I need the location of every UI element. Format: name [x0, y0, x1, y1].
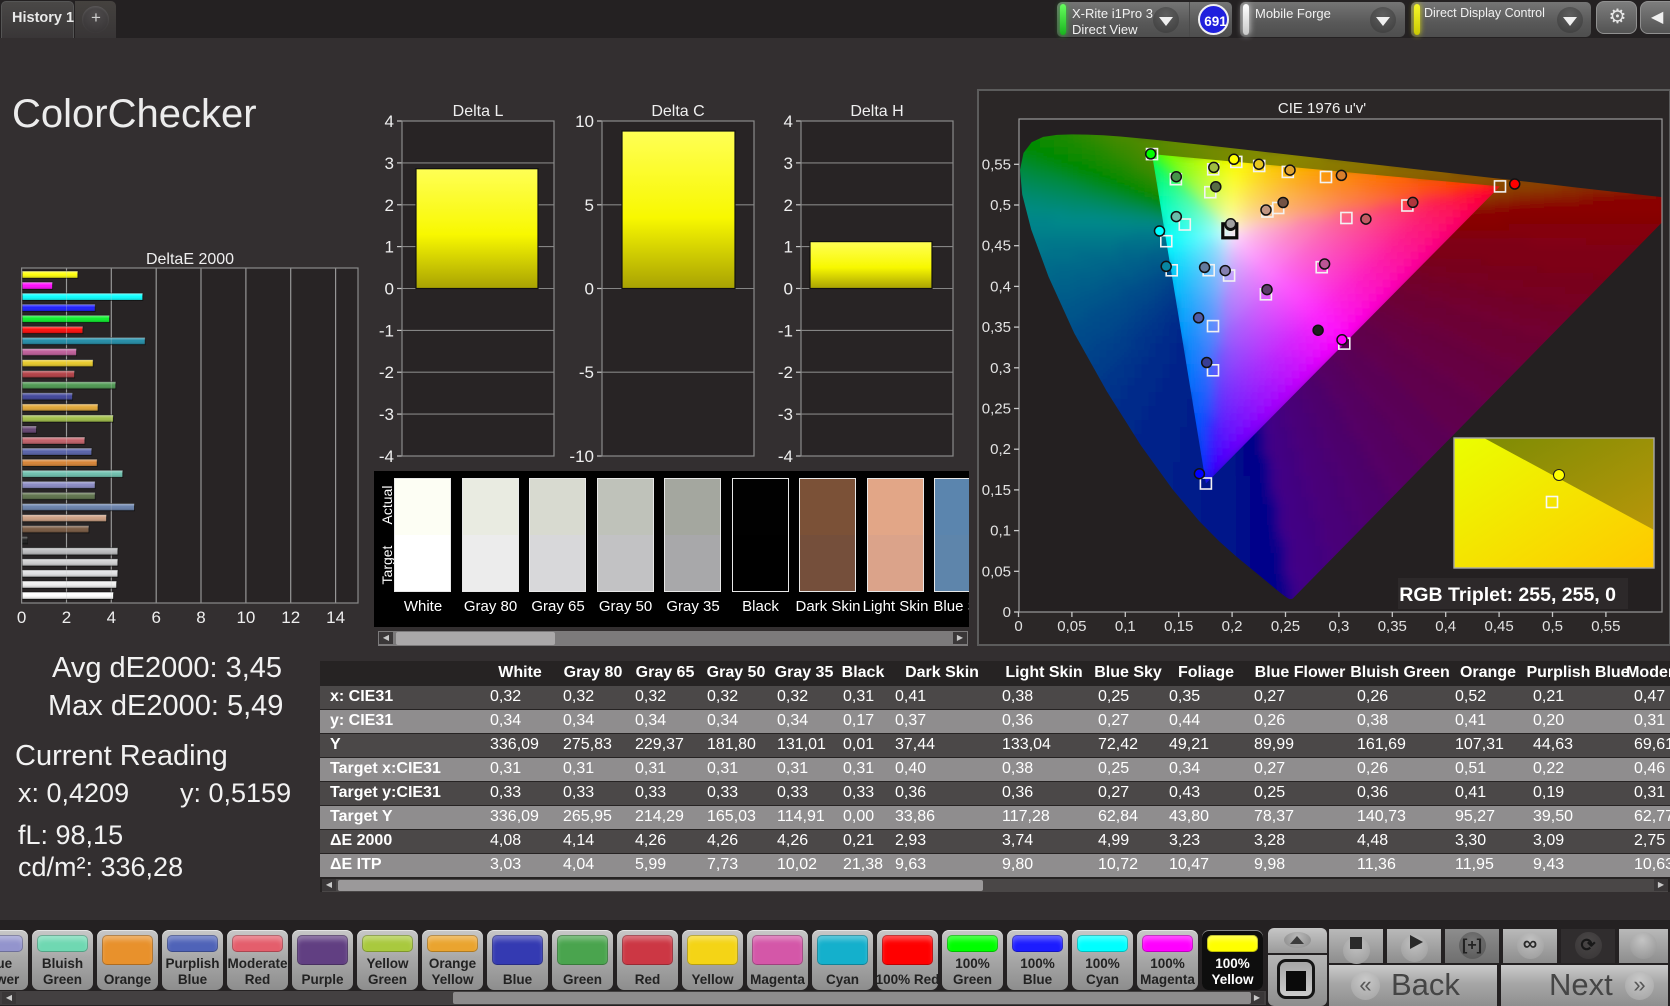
svg-text:0,4: 0,4 — [1435, 618, 1456, 635]
svg-text:RGB Triplet: 255, 255, 0: RGB Triplet: 255, 255, 0 — [1399, 584, 1616, 606]
svg-text:CIE 1976 u'v': CIE 1976 u'v' — [1278, 100, 1366, 117]
svg-text:0,25: 0,25 — [1271, 618, 1300, 635]
svg-text:0,35: 0,35 — [982, 319, 1011, 336]
svg-text:0,1: 0,1 — [990, 523, 1011, 540]
svg-text:0,25: 0,25 — [982, 401, 1011, 418]
svg-text:0,5: 0,5 — [1542, 618, 1563, 635]
svg-text:0,2: 0,2 — [1222, 618, 1243, 635]
svg-text:0,15: 0,15 — [982, 482, 1011, 499]
svg-text:0,3: 0,3 — [990, 360, 1011, 377]
svg-text:0,45: 0,45 — [982, 238, 1011, 255]
svg-text:0,15: 0,15 — [1164, 618, 1193, 635]
svg-text:0,55: 0,55 — [982, 156, 1011, 173]
svg-text:0,2: 0,2 — [990, 441, 1011, 458]
svg-text:0,05: 0,05 — [982, 563, 1011, 580]
svg-text:0,05: 0,05 — [1057, 618, 1086, 635]
svg-text:0,5: 0,5 — [990, 197, 1011, 214]
svg-text:0,35: 0,35 — [1378, 618, 1407, 635]
svg-text:0: 0 — [1003, 604, 1011, 621]
svg-text:0: 0 — [1014, 618, 1022, 635]
svg-text:0,45: 0,45 — [1484, 618, 1513, 635]
svg-text:0,3: 0,3 — [1328, 618, 1349, 635]
svg-text:0,55: 0,55 — [1591, 618, 1620, 635]
svg-text:0,1: 0,1 — [1115, 618, 1136, 635]
svg-text:0,4: 0,4 — [990, 278, 1011, 295]
